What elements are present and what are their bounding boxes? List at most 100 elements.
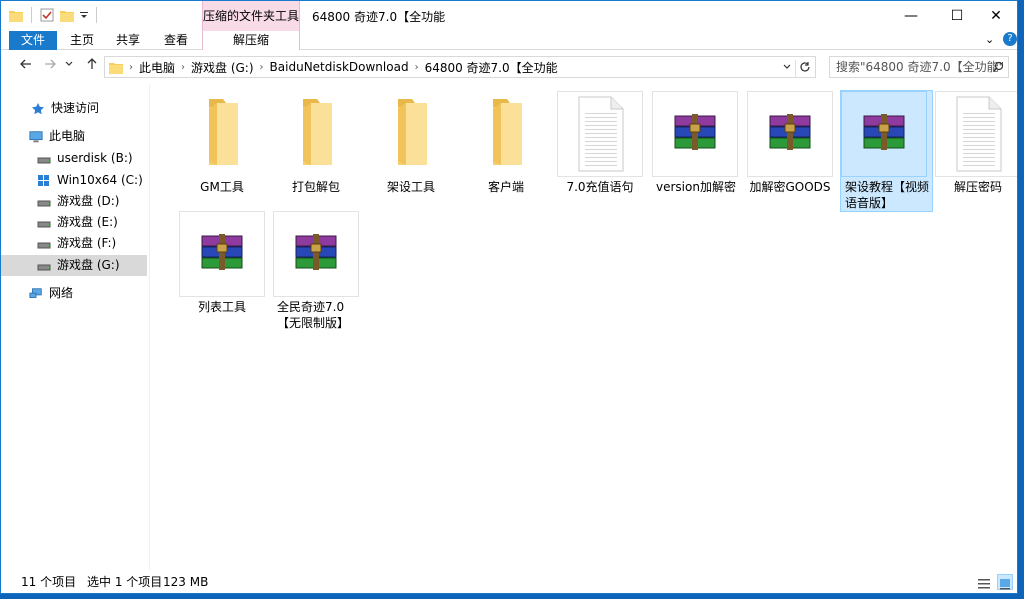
new-folder-icon[interactable] bbox=[60, 9, 74, 22]
drive-icon bbox=[37, 200, 51, 206]
tab-extract[interactable]: 解压缩 bbox=[202, 31, 300, 50]
nav-label: 游戏盘 (G:) bbox=[57, 258, 120, 272]
back-button[interactable] bbox=[17, 57, 35, 75]
up-button[interactable] bbox=[83, 57, 101, 75]
customize-toolbar-icon[interactable] bbox=[80, 10, 88, 20]
nav-drive-b[interactable]: userdisk (B:) bbox=[1, 148, 147, 169]
file-thumbnail bbox=[935, 91, 1017, 180]
tab-view[interactable]: 查看 bbox=[158, 31, 194, 50]
refresh-icon[interactable] bbox=[795, 60, 811, 77]
rar-archive-icon bbox=[841, 91, 927, 177]
file-name: GM工具 bbox=[200, 180, 244, 194]
chevron-right-icon[interactable]: › bbox=[129, 62, 133, 73]
file-item[interactable]: GM工具 bbox=[175, 91, 269, 195]
details-view-icon[interactable] bbox=[977, 575, 991, 589]
file-item[interactable]: 架设教程【视频语音版】 bbox=[837, 91, 931, 211]
file-thumbnail bbox=[179, 211, 265, 300]
file-thumbnail bbox=[652, 91, 738, 180]
file-thumbnail bbox=[557, 91, 643, 180]
file-name: version加解密 bbox=[656, 180, 736, 194]
forward-button[interactable] bbox=[41, 57, 59, 75]
tab-home[interactable]: 主页 bbox=[64, 31, 100, 50]
file-name: 全民奇迹7.0【无限制版】 bbox=[277, 300, 350, 330]
nav-label: 此电脑 bbox=[49, 129, 86, 143]
file-thumbnail bbox=[747, 91, 833, 180]
star-icon bbox=[32, 102, 44, 114]
chevron-down-icon bbox=[65, 61, 73, 66]
nav-drive-d[interactable]: 游戏盘 (D:) bbox=[1, 191, 147, 212]
nav-label: 游戏盘 (F:) bbox=[57, 236, 117, 250]
desktop-edge bbox=[1018, 0, 1024, 599]
folder-icon bbox=[179, 91, 265, 177]
chevron-right-icon[interactable]: › bbox=[181, 62, 185, 73]
expand-ribbon-button[interactable]: ⌄ bbox=[985, 33, 994, 46]
rar-archive-icon bbox=[179, 211, 265, 297]
folder-icon bbox=[109, 62, 123, 74]
breadcrumb-current[interactable]: 64800 奇迹7.0【全功能 bbox=[425, 59, 558, 76]
file-item[interactable]: 打包解包 bbox=[269, 91, 363, 195]
toolbar-separator bbox=[31, 7, 32, 23]
nav-drive-e[interactable]: 游戏盘 (E:) bbox=[1, 212, 147, 233]
nav-drive-c[interactable]: Win10x64 (C:) bbox=[1, 170, 147, 191]
address-bar[interactable]: › 此电脑 › 游戏盘 (G:) › BaiduNetdiskDownload … bbox=[104, 56, 816, 78]
status-bar: 11 个项目 选中 1 个项目 123 MB bbox=[1, 570, 1017, 593]
file-item[interactable]: 客户端 bbox=[459, 91, 553, 195]
arrow-up-icon bbox=[87, 58, 97, 69]
folder-icon bbox=[273, 91, 359, 177]
file-name: 加解密GOODS bbox=[749, 180, 831, 194]
tab-file[interactable]: 文件 bbox=[9, 31, 57, 50]
help-button[interactable]: ? bbox=[1003, 32, 1017, 46]
properties-icon[interactable] bbox=[40, 8, 54, 22]
computer-icon bbox=[29, 130, 43, 142]
large-icons-view-icon[interactable] bbox=[997, 574, 1013, 590]
window-title: 64800 奇迹7.0【全功能 bbox=[312, 10, 446, 24]
file-item[interactable]: 加解密GOODS bbox=[743, 91, 837, 195]
address-row: › 此电脑 › 游戏盘 (G:) › BaiduNetdiskDownload … bbox=[1, 55, 1017, 79]
chevron-down-icon[interactable] bbox=[783, 61, 791, 76]
close-button[interactable]: ✕ bbox=[973, 1, 1017, 31]
drive-icon bbox=[37, 264, 51, 270]
network-icon bbox=[29, 287, 42, 298]
breadcrumb-this-pc[interactable]: 此电脑 bbox=[139, 59, 175, 76]
minimize-button[interactable]: — bbox=[888, 1, 934, 31]
tab-share[interactable]: 共享 bbox=[110, 31, 146, 50]
file-name: 架设教程【视频语音版】 bbox=[845, 180, 930, 210]
context-tab-compressed-tools[interactable]: 压缩的文件夹工具 bbox=[202, 1, 300, 31]
nav-this-pc[interactable]: 此电脑 bbox=[1, 126, 147, 147]
selection-size: 123 MB bbox=[163, 575, 209, 589]
file-name: 打包解包 bbox=[291, 180, 340, 194]
file-item[interactable]: 列表工具 bbox=[175, 211, 269, 315]
nav-label: 网络 bbox=[49, 286, 74, 300]
breadcrumb-drive-g[interactable]: 游戏盘 (G:) bbox=[191, 59, 254, 76]
chevron-right-icon[interactable]: › bbox=[260, 62, 264, 73]
drive-icon bbox=[37, 242, 51, 248]
file-item[interactable]: 全民奇迹7.0【无限制版】 bbox=[269, 211, 363, 331]
folder-icon[interactable] bbox=[9, 9, 23, 22]
file-item[interactable]: version加解密 bbox=[648, 91, 742, 195]
rar-archive-icon bbox=[273, 211, 359, 297]
file-thumbnail bbox=[463, 91, 549, 180]
file-thumbnail bbox=[368, 91, 454, 180]
file-item[interactable]: 7.0充值语句 bbox=[553, 91, 647, 195]
item-count: 11 个项目 bbox=[21, 575, 77, 589]
file-thumbnail bbox=[273, 211, 359, 300]
arrow-left-icon bbox=[20, 59, 31, 69]
windows-drive-icon bbox=[38, 174, 49, 186]
search-placeholder: 搜索"64800 奇迹7.0【全功能" bbox=[836, 60, 1005, 74]
nav-quick-access[interactable]: 快速访问 bbox=[1, 98, 147, 119]
nav-drive-g[interactable]: 游戏盘 (G:) bbox=[1, 255, 147, 276]
recent-locations-button[interactable] bbox=[63, 57, 75, 75]
selection-count: 选中 1 个项目 bbox=[87, 575, 163, 589]
nav-label: 游戏盘 (D:) bbox=[57, 194, 120, 208]
nav-network[interactable]: 网络 bbox=[1, 283, 147, 304]
chevron-right-icon[interactable]: › bbox=[415, 62, 419, 73]
nav-label: Win10x64 (C:) bbox=[57, 173, 143, 187]
breadcrumb-baidu[interactable]: BaiduNetdiskDownload bbox=[270, 60, 409, 74]
search-input[interactable]: 搜索"64800 奇迹7.0【全功能" bbox=[829, 56, 1009, 78]
nav-drive-f[interactable]: 游戏盘 (F:) bbox=[1, 233, 147, 254]
text-file-icon bbox=[935, 91, 1017, 180]
file-item[interactable]: 解压密码 bbox=[931, 91, 1017, 195]
file-item[interactable]: 架设工具 bbox=[364, 91, 458, 195]
navigation-pane: 快速访问 此电脑 userdisk (B:) Win10x64 (C:) 游戏盘… bbox=[1, 85, 150, 570]
file-name: 架设工具 bbox=[386, 180, 435, 194]
